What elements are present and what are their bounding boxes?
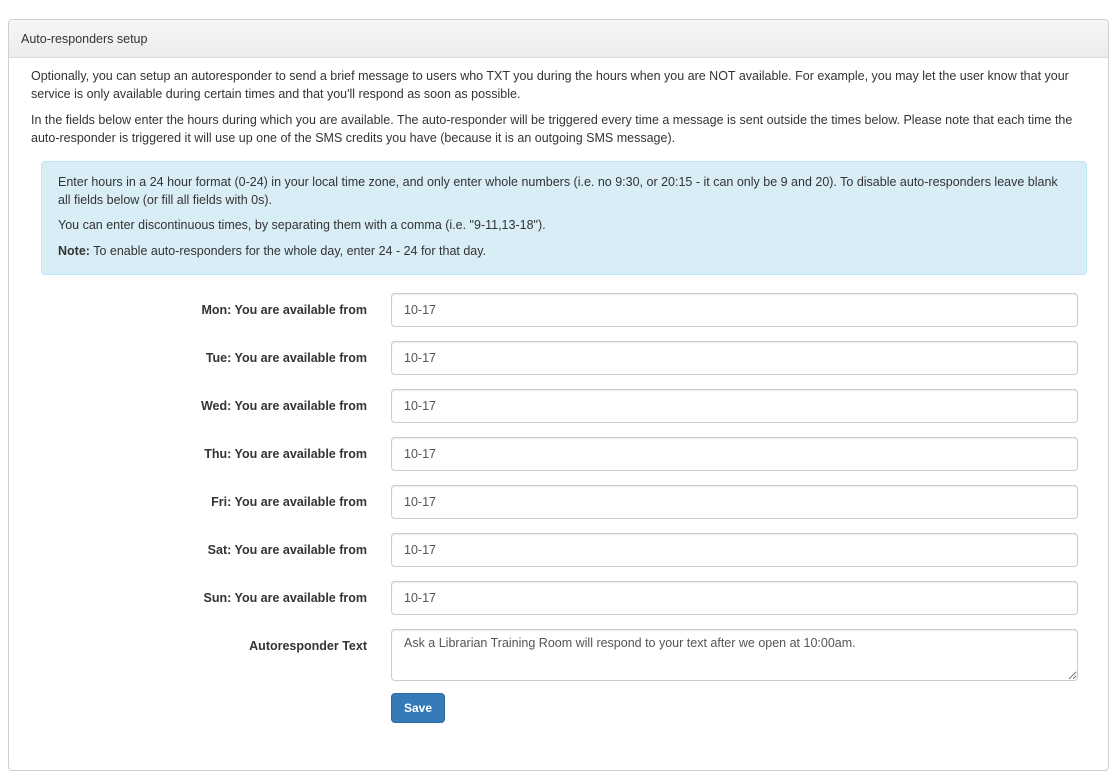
row-sun: Sun: You are available from — [31, 581, 1086, 615]
autoresponder-text-input[interactable]: Ask a Librarian Training Room will respo… — [391, 629, 1078, 681]
thu-label: Thu: You are available from — [204, 447, 367, 461]
wed-hours-input[interactable] — [391, 389, 1078, 423]
row-autoresponder-text: Autoresponder Text Ask a Librarian Train… — [31, 629, 1086, 681]
intro-paragraph-1: Optionally, you can setup an autorespond… — [31, 69, 1069, 101]
sun-label: Sun: You are available from — [203, 591, 367, 605]
row-fri: Fri: You are available from — [31, 485, 1086, 519]
sat-hours-input[interactable] — [391, 533, 1078, 567]
info-line-2: You can enter discontinuous times, by se… — [58, 218, 546, 232]
row-mon: Mon: You are available from — [31, 293, 1086, 327]
mon-hours-input[interactable] — [391, 293, 1078, 327]
tue-label: Tue: You are available from — [205, 351, 367, 365]
wed-label: Wed: You are available from — [200, 399, 367, 413]
panel-title: Auto-responders setup — [9, 20, 1108, 58]
save-row: Save — [391, 693, 1086, 723]
row-thu: Thu: You are available from — [31, 437, 1086, 471]
row-tue: Tue: You are available from — [31, 341, 1086, 375]
row-wed: Wed: You are available from — [31, 389, 1086, 423]
sat-label: Sat: You are available from — [207, 543, 367, 557]
fri-label: Fri: You are available from — [211, 495, 367, 509]
autoresponder-text-label: Autoresponder Text — [249, 639, 367, 653]
fri-hours-input[interactable] — [391, 485, 1078, 519]
info-note: Note: To enable auto-responders for the … — [58, 243, 1070, 261]
info-alert: Enter hours in a 24 hour format (0-24) i… — [41, 161, 1087, 275]
sun-hours-input[interactable] — [391, 581, 1078, 615]
intro-paragraph-2: In the fields below enter the hours duri… — [31, 113, 1073, 145]
panel-body: Optionally, you can setup an autorespond… — [9, 58, 1108, 723]
note-label: Note: — [58, 243, 90, 258]
note-text: To enable auto-responders for the whole … — [89, 243, 487, 258]
thu-hours-input[interactable] — [391, 437, 1078, 471]
info-line-1: Enter hours in a 24 hour format (0-24) i… — [58, 175, 1058, 207]
mon-label: Mon: You are available from — [201, 303, 367, 317]
availability-form: Mon: You are available from Tue: You are… — [31, 293, 1086, 723]
row-sat: Sat: You are available from — [31, 533, 1086, 567]
save-button[interactable]: Save — [391, 693, 446, 723]
tue-hours-input[interactable] — [391, 341, 1078, 375]
autoresponders-panel: Auto-responders setup Optionally, you ca… — [8, 19, 1109, 771]
